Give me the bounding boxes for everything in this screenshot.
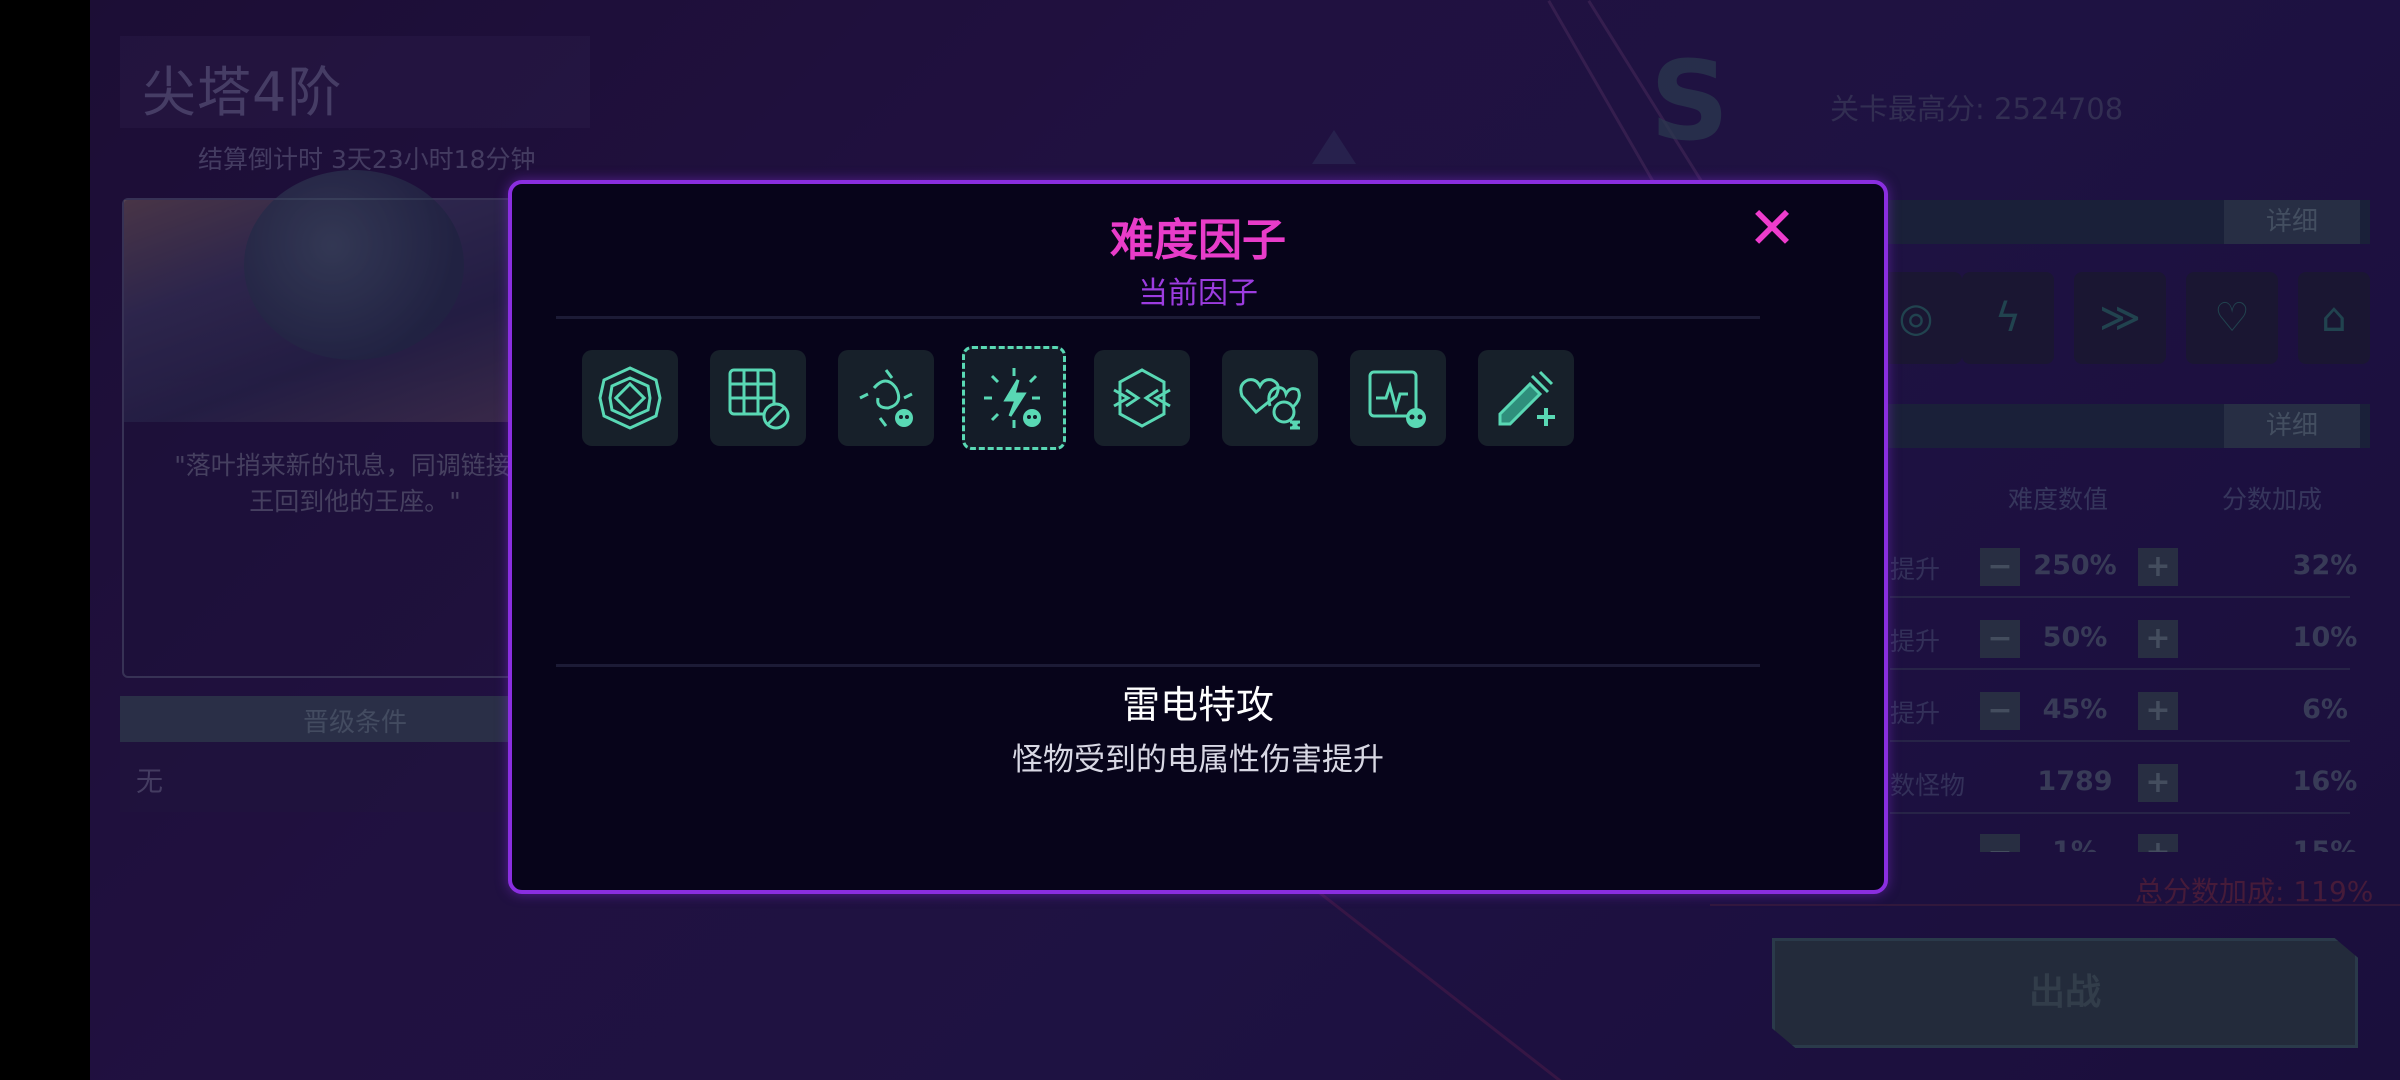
row-value: 50% — [2042, 622, 2108, 653]
right-partial-icon[interactable]: ⌂ — [2298, 272, 2370, 364]
plus-button[interactable]: + — [2138, 834, 2178, 852]
arrows-barrier-icon[interactable] — [1094, 350, 1190, 446]
difficulty-factor-modal: 难度因子 当前因子 ✕ 雷电特攻 怪物受到的电属性伤害提升 — [508, 180, 1888, 894]
best-score: 关卡最高分: 2524708 — [1830, 86, 2123, 128]
close-button[interactable]: ✕ — [1744, 199, 1800, 257]
syringe-plus-icon[interactable] — [1478, 350, 1574, 446]
minus-button[interactable]: − — [1980, 834, 2020, 852]
row-name: 提升 — [1890, 699, 1941, 728]
row-name: 数怪物 — [1890, 771, 1966, 800]
minus-button[interactable]: − — [1980, 620, 2020, 658]
screen-left-black-bar — [0, 0, 90, 1080]
row-bonus: 16% — [2292, 766, 2358, 797]
countdown-label: 结算倒计时 — [198, 145, 324, 174]
row-divider — [1890, 596, 2350, 598]
row-divider — [1890, 668, 2350, 670]
detail-button-1[interactable]: 详细 — [2224, 200, 2360, 244]
column-difficulty: 难度数值 — [2008, 485, 2109, 514]
row-value: 45% — [2042, 694, 2108, 725]
triangle-decoration-icon — [1312, 130, 1356, 164]
lightning-skull-icon[interactable] — [962, 346, 1066, 450]
plus-button[interactable]: + — [2138, 548, 2178, 586]
modal-top-divider — [556, 316, 1760, 319]
total-divider — [1710, 904, 2400, 906]
row-value: 1789 — [2037, 766, 2113, 797]
hearts-timer-icon[interactable] — [1222, 350, 1318, 446]
minus-button[interactable]: − — [1980, 548, 2020, 586]
row-bonus: 10% — [2292, 622, 2358, 653]
selected-factor-description: 怪物受到的电属性伤害提升 — [1012, 742, 1384, 778]
row-divider — [1890, 812, 2350, 814]
stage-title: 尖塔4阶 — [142, 61, 343, 124]
heartbeat-skull-icon[interactable] — [1350, 350, 1446, 446]
row-value: 250% — [2033, 550, 2117, 581]
right-lightning-icon[interactable]: ϟ — [1962, 272, 2054, 364]
modal-mid-divider — [556, 664, 1760, 667]
row-bonus: 32% — [2292, 550, 2358, 581]
concentric-rings-icon[interactable] — [582, 350, 678, 446]
grid-ban-icon[interactable] — [710, 350, 806, 446]
selected-factor-name: 雷电特攻 — [1121, 683, 1274, 727]
modal-title: 难度因子 — [1110, 215, 1286, 266]
plus-button[interactable]: + — [2138, 620, 2178, 658]
row-divider — [1890, 740, 2350, 742]
spiral-skull-icon[interactable] — [838, 350, 934, 446]
battle-button[interactable]: 出战 — [1772, 938, 2358, 1048]
minus-button[interactable]: − — [1980, 692, 2020, 730]
plus-button[interactable]: + — [2138, 692, 2178, 730]
right-hearts-icon[interactable]: ♡ — [2186, 272, 2278, 364]
modal-subtitle: 当前因子 — [1138, 276, 1258, 311]
requirement-value: 无 — [136, 767, 163, 798]
row-name: 提升 — [1890, 627, 1941, 656]
best-score-value: 2524708 — [1994, 92, 2124, 126]
right-arrows-icon[interactable]: ≫ — [2074, 272, 2166, 364]
row-bonus: 6% — [2302, 694, 2348, 725]
row-name: 提升 — [1890, 555, 1941, 584]
row-bonus: 15% — [2292, 836, 2358, 852]
row-partial: − 1% + 15% — [1890, 834, 2360, 852]
plus-button[interactable]: + — [2138, 764, 2178, 802]
best-score-label: 关卡最高分: — [1830, 92, 1985, 126]
game-logo-icon: S — [1650, 37, 1730, 165]
row-value: 1% — [2052, 836, 2098, 852]
column-score-bonus: 分数加成 — [2222, 485, 2323, 514]
detail-button-2[interactable]: 详细 — [2224, 404, 2360, 448]
